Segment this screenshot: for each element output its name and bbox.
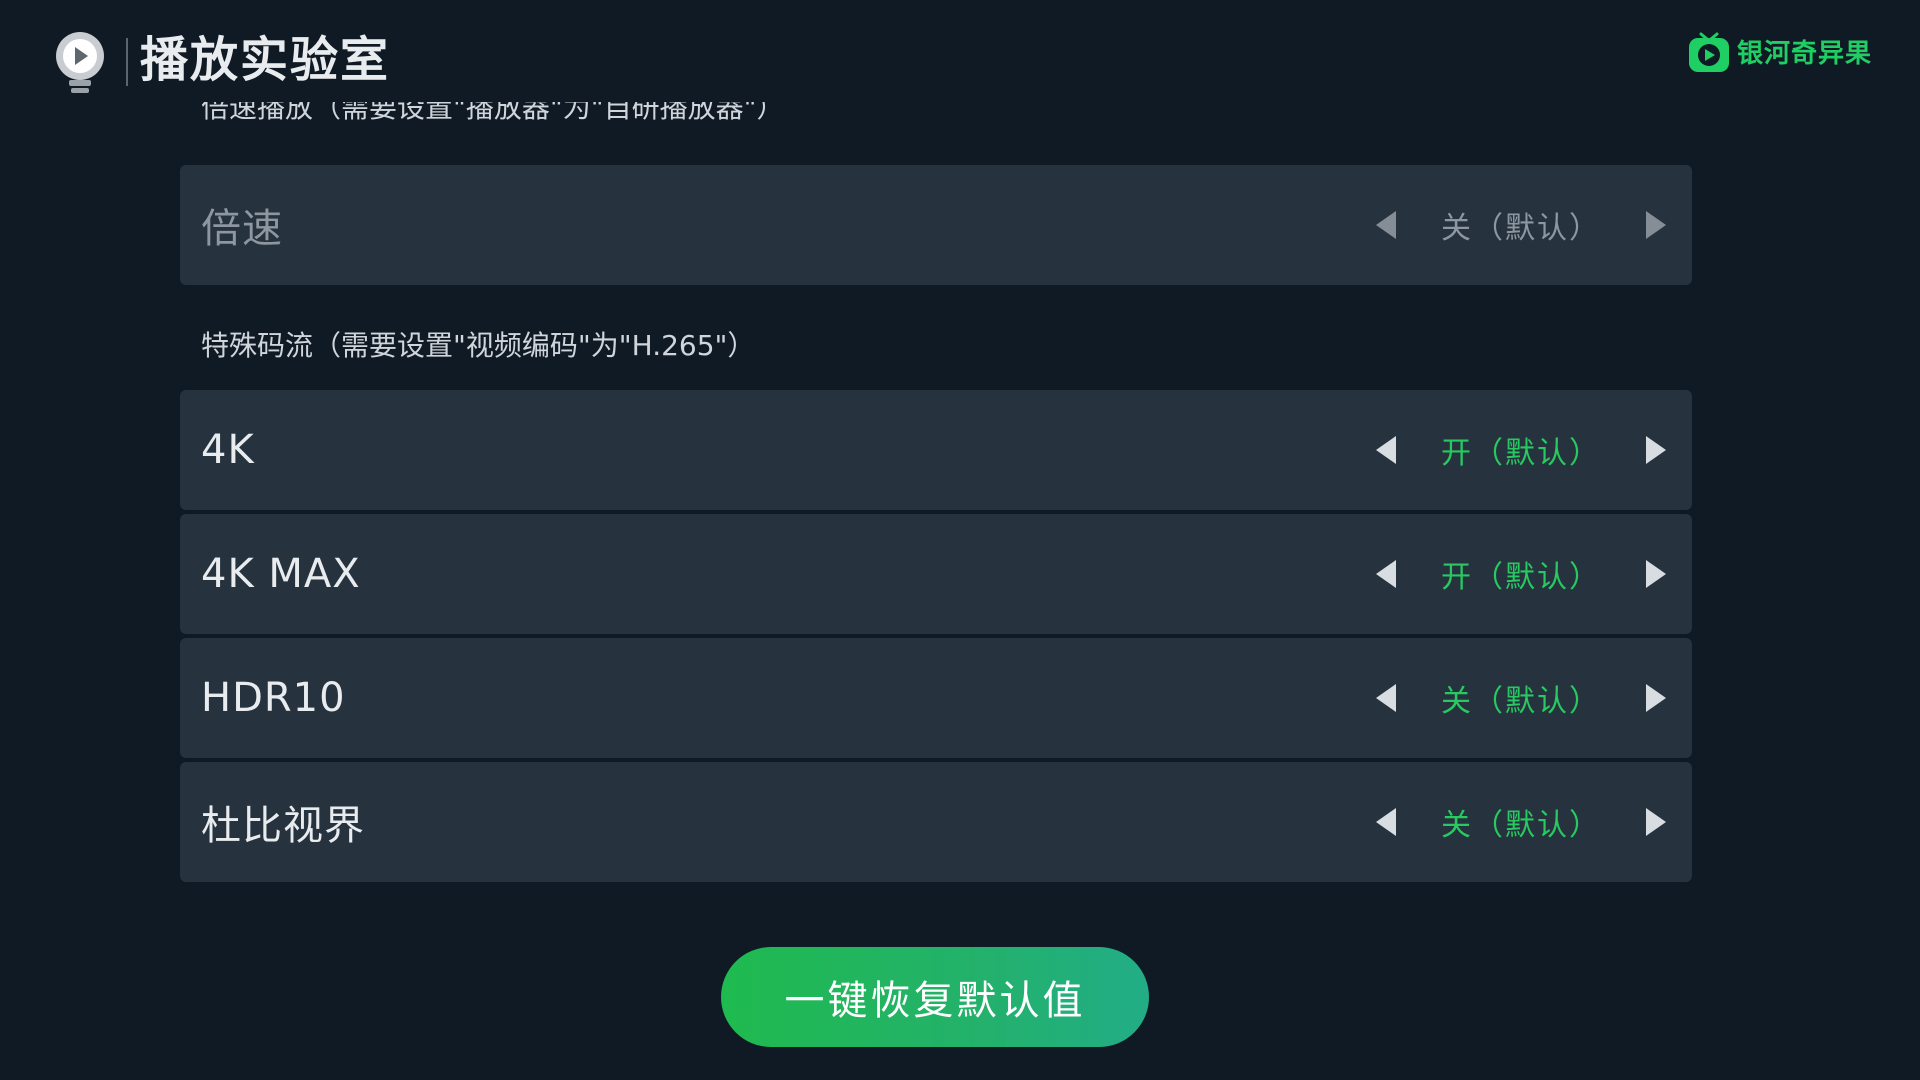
page-title: 播放实验室 [140,32,391,88]
setting-row-dolby-vision[interactable]: 杜比视界 关（默认） [180,762,1692,882]
brand-name: 银河奇异果 [1736,38,1872,69]
setting-row-4k[interactable]: 4K 开（默认） [180,390,1692,510]
row-value: 关（默认） [1441,211,1601,246]
section-label-speed: 倍速播放（需要设置"播放器"为"自研播放器"） [201,102,785,124]
iqiyi-tv-logo-icon [1688,32,1729,72]
reset-defaults-button[interactable]: 一键恢复默认值 [721,947,1149,1047]
setting-row-hdr10[interactable]: HDR10 关（默认） [180,638,1692,758]
row-value: 关（默认） [1441,808,1601,843]
triangle-left-icon[interactable] [1376,560,1396,588]
row-value: 开（默认） [1441,560,1601,595]
triangle-left-icon[interactable] [1376,684,1396,712]
row-value: 关（默认） [1441,684,1601,719]
triangle-left-icon[interactable] [1376,211,1396,239]
row-label: 杜比视界 [201,803,365,849]
triangle-left-icon[interactable] [1376,436,1396,464]
header-divider [126,38,128,86]
play-lab-page: 播放实验室 银河奇异果 倍速播放（需要设置"播放器"为"自研播放器"） 倍速 关… [0,0,1920,1080]
triangle-left-icon[interactable] [1376,808,1396,836]
triangle-right-icon[interactable] [1646,684,1666,712]
setting-row-4k-max[interactable]: 4K MAX 开（默认） [180,514,1692,634]
setting-row-speed[interactable]: 倍速 关（默认） [180,165,1692,285]
row-label: 4K MAX [201,551,361,597]
triangle-right-icon[interactable] [1646,436,1666,464]
triangle-right-icon[interactable] [1646,808,1666,836]
row-label: 倍速 [201,206,283,252]
triangle-right-icon[interactable] [1646,211,1666,239]
row-label: 4K [201,427,255,473]
triangle-right-icon[interactable] [1646,560,1666,588]
brand: 银河奇异果 [1687,28,1872,74]
lab-bulb-play-icon [56,32,104,93]
section-label-special-stream: 特殊码流（需要设置"视频编码"为"H.265"） [201,329,756,362]
row-value: 开（默认） [1441,436,1601,471]
row-label: HDR10 [201,675,346,721]
